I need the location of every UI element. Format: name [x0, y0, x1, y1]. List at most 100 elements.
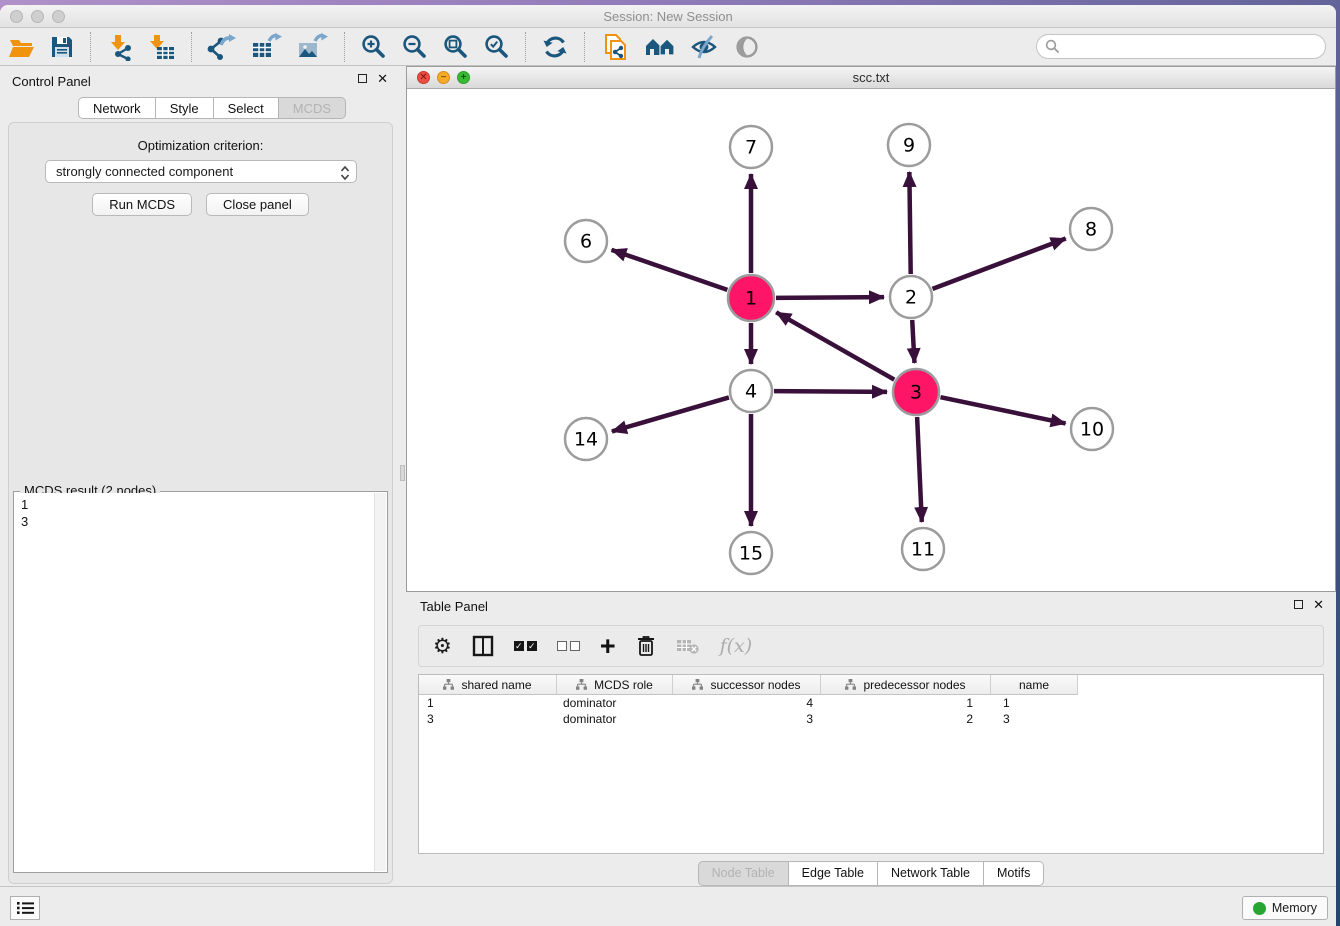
- toggle-panel-layout-button[interactable]: [472, 631, 494, 661]
- save-session-button[interactable]: [42, 31, 82, 63]
- cell-predecessor-nodes: 1: [821, 695, 991, 711]
- graph-edge-1-6[interactable]: [612, 250, 728, 290]
- graph-node-label: 8: [1085, 219, 1097, 241]
- split-columns-icon: [472, 635, 494, 657]
- table-panel-header: Table Panel ✕: [406, 592, 1336, 620]
- column-label: predecessor nodes: [863, 678, 965, 692]
- graph-edge-3-11[interactable]: [917, 417, 922, 522]
- control-panel-title: Control Panel: [12, 74, 91, 89]
- create-column-button[interactable]: +: [600, 631, 616, 661]
- search-icon: [1045, 39, 1060, 54]
- graph-node-label: 4: [745, 381, 757, 403]
- import-network-icon: [106, 33, 134, 61]
- criterion-select[interactable]: strongly connected component: [45, 160, 357, 183]
- graph-node-label: 15: [739, 543, 763, 565]
- mcds-result-line: 3: [21, 513, 368, 530]
- delete-column-button[interactable]: [636, 631, 656, 661]
- zoom-fit-button[interactable]: [435, 31, 476, 63]
- unselect-all-columns-button[interactable]: [557, 631, 580, 661]
- checked-box-icon: ✓: [514, 641, 524, 651]
- tab-edge-table[interactable]: Edge Table: [789, 861, 878, 886]
- close-panel-button[interactable]: Close panel: [206, 193, 309, 216]
- column-header-successor-nodes[interactable]: successor nodes: [673, 675, 821, 695]
- cell-predecessor-nodes: 2: [821, 711, 991, 727]
- run-mcds-button[interactable]: Run MCDS: [92, 193, 192, 216]
- network-canvas[interactable]: 7968124314101511: [407, 89, 1335, 591]
- float-panel-icon[interactable]: [358, 74, 367, 83]
- export-table-button[interactable]: [244, 31, 290, 63]
- column-header-predecessor-nodes[interactable]: predecessor nodes: [821, 675, 991, 695]
- cell-shared-name: 3: [419, 711, 557, 727]
- toolbar-separator: [191, 32, 192, 62]
- result-scrollbar[interactable]: [374, 493, 386, 871]
- close-panel-icon[interactable]: ✕: [377, 74, 388, 83]
- close-panel-icon[interactable]: ✕: [1313, 600, 1324, 609]
- graph-edge-2-9[interactable]: [909, 172, 910, 274]
- table-settings-button[interactable]: ⚙: [433, 631, 452, 661]
- task-history-button[interactable]: [10, 896, 40, 920]
- graph-edge-4-3[interactable]: [774, 391, 887, 392]
- cell-mcds-role: dominator: [557, 711, 673, 727]
- tab-select[interactable]: Select: [214, 97, 279, 119]
- search-input[interactable]: [1060, 37, 1325, 57]
- graph-edge-3-10[interactable]: [940, 397, 1065, 423]
- cell-mcds-role: dominator: [557, 695, 673, 711]
- float-panel-icon[interactable]: [1294, 600, 1303, 609]
- cell-shared-name: 1: [419, 695, 557, 711]
- copy-network-button[interactable]: [593, 31, 637, 63]
- column-label: shared name: [461, 678, 531, 692]
- contrast-eye-icon: [734, 34, 760, 60]
- graph-node-label: 2: [905, 287, 917, 309]
- table-panel: Table Panel ✕ ⚙ ✓ ✓: [406, 592, 1336, 886]
- graph-node-label: 9: [903, 135, 915, 157]
- export-image-button[interactable]: [290, 31, 336, 63]
- zoom-out-button[interactable]: [394, 31, 435, 63]
- select-all-columns-button[interactable]: ✓ ✓: [514, 631, 537, 661]
- search-box[interactable]: [1036, 34, 1326, 59]
- toolbar-separator: [525, 32, 526, 62]
- tab-network-table[interactable]: Network Table: [878, 861, 984, 886]
- graph-edge-2-8[interactable]: [933, 239, 1066, 289]
- zoom-in-button[interactable]: [353, 31, 394, 63]
- column-header-mcds-role[interactable]: MCDS role: [557, 675, 673, 695]
- graph-edge-4-14[interactable]: [612, 397, 729, 431]
- tab-node-table[interactable]: Node Table: [698, 861, 789, 886]
- zoom-selected-icon: [483, 33, 510, 60]
- cell-name: 1: [991, 695, 1078, 711]
- home-neighbors-button[interactable]: [637, 31, 683, 63]
- network-graph[interactable]: 7968124314101511: [407, 89, 1335, 591]
- memory-button[interactable]: Memory: [1242, 896, 1328, 920]
- table-row[interactable]: 1 dominator 4 1 1: [419, 695, 1323, 711]
- graph-edge-3-1[interactable]: [776, 312, 894, 379]
- vertical-splitter-grip[interactable]: [400, 465, 405, 481]
- export-network-button[interactable]: [200, 31, 244, 63]
- mcds-result-text[interactable]: 1 3: [15, 493, 374, 871]
- hide-graphics-button[interactable]: [683, 31, 727, 63]
- houses-icon: [644, 34, 676, 60]
- apply-layout-button[interactable]: [534, 31, 576, 63]
- cell-successor-nodes: 3: [673, 711, 821, 727]
- column-header-name[interactable]: name: [991, 675, 1078, 695]
- tab-style[interactable]: Style: [156, 97, 214, 119]
- open-session-button[interactable]: [0, 31, 42, 63]
- network-view-window: ✕ − + scc.txt 7968124314101511: [406, 66, 1336, 592]
- window-titlebar: Session: New Session: [0, 5, 1336, 28]
- import-network-button[interactable]: [99, 31, 141, 63]
- graph-edge-1-2[interactable]: [776, 297, 884, 298]
- import-table-button[interactable]: [141, 31, 183, 63]
- table-row[interactable]: 3 dominator 3 2 3: [419, 711, 1323, 727]
- tab-network[interactable]: Network: [78, 97, 156, 119]
- tab-mcds[interactable]: MCDS: [279, 97, 346, 119]
- graph-node-label: 14: [574, 429, 598, 451]
- gear-icon: ⚙: [433, 634, 452, 658]
- window-title: Session: New Session: [0, 9, 1336, 24]
- optimization-criterion-label: Optimization criterion:: [9, 138, 392, 153]
- network-window-title: scc.txt: [407, 70, 1335, 85]
- toolbar-separator: [344, 32, 345, 62]
- hierarchy-icon: [692, 679, 703, 690]
- table-panel-tabs: Node Table Edge Table Network Table Moti…: [406, 861, 1336, 886]
- graph-edge-2-3[interactable]: [912, 320, 914, 363]
- tab-motifs[interactable]: Motifs: [984, 861, 1044, 886]
- zoom-selected-button[interactable]: [476, 31, 517, 63]
- column-header-shared-name[interactable]: shared name: [419, 675, 557, 695]
